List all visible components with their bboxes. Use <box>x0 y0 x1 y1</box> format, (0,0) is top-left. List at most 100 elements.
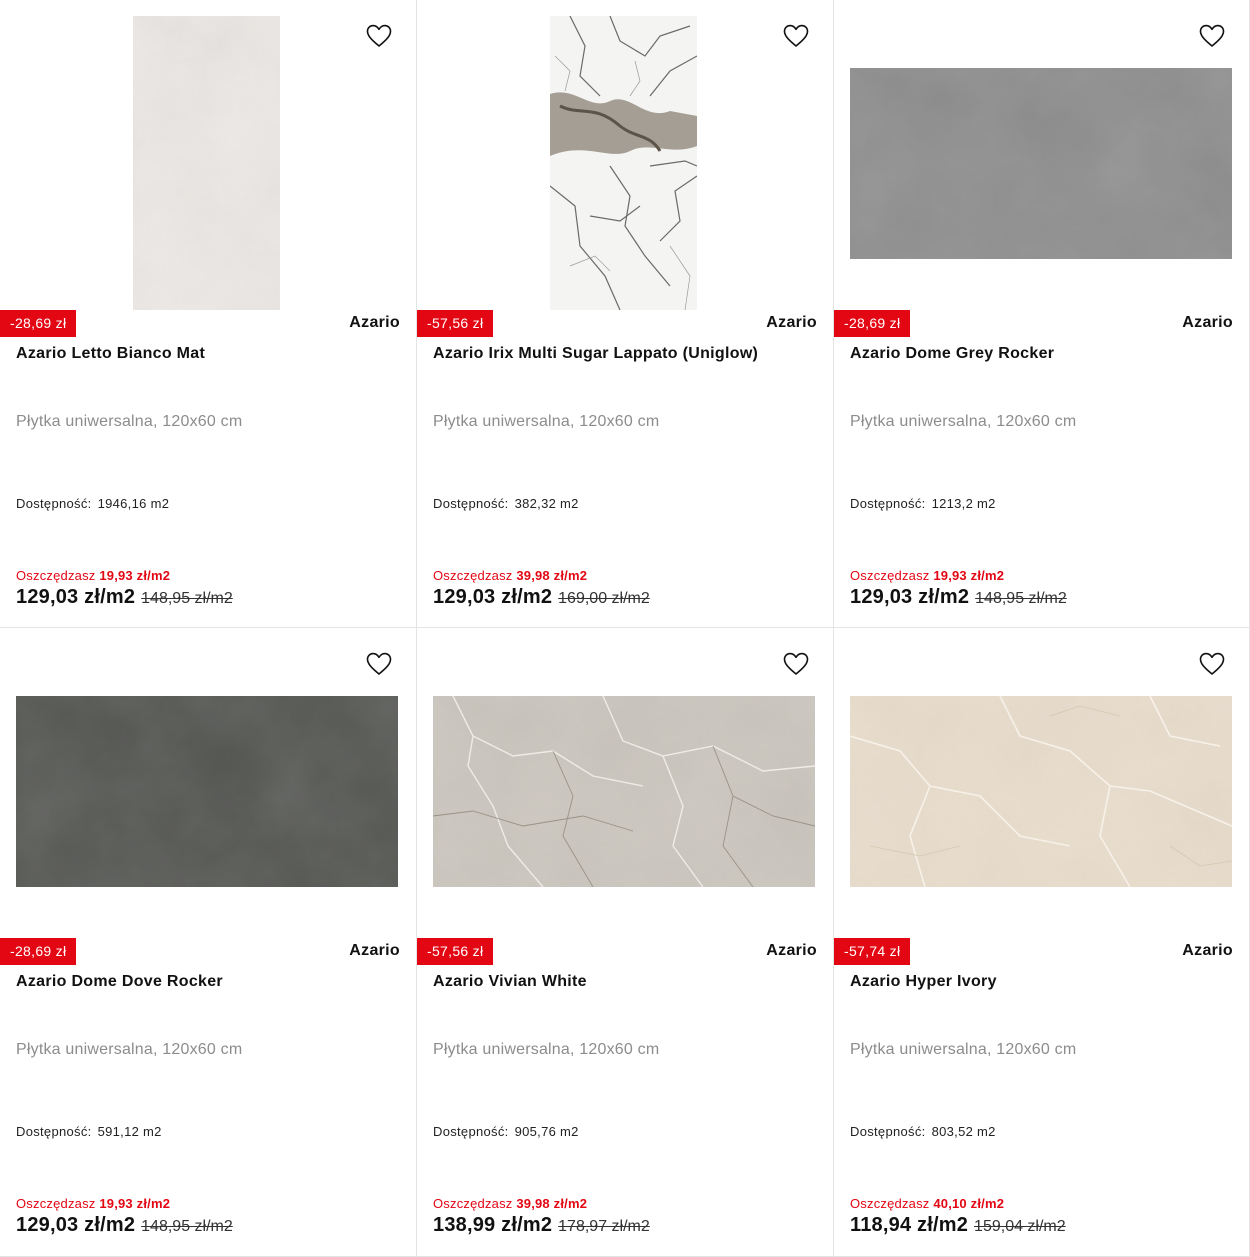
product-title[interactable]: Azario Dome Grey Rocker <box>850 345 1233 363</box>
saving-info: Oszczędzasz 40,10 zł/m2 <box>850 1196 1004 1211</box>
availability-value: 803,52 m2 <box>931 1124 996 1139</box>
tile-dome-grey-image <box>850 68 1232 259</box>
discount-badge: -28,69 zł <box>0 938 77 965</box>
product-description: Płytka uniwersalna, 120x60 cm <box>16 413 243 430</box>
product-description: Płytka uniwersalna, 120x60 cm <box>850 1041 1077 1058</box>
product-image[interactable] <box>433 16 817 310</box>
old-price: 148,95 zł/m2 <box>141 1218 233 1235</box>
product-card[interactable]: -28,69 zł Azario Azario Dome Grey Rocker… <box>833 0 1250 628</box>
product-image[interactable] <box>433 644 817 938</box>
price-block: 129,03 zł/m2 148,95 zł/m2 <box>850 586 1067 609</box>
discount-badge: -28,69 zł <box>834 310 911 337</box>
brand-label: Azario <box>766 314 817 331</box>
saving-info: Oszczędzasz 19,93 zł/m2 <box>16 568 170 583</box>
current-price: 138,99 zł/m2 <box>433 1214 553 1236</box>
saving-info: Oszczędzasz 39,98 zł/m2 <box>433 1196 587 1211</box>
tile-vivian-white-image <box>433 696 815 887</box>
old-price: 178,97 zł/m2 <box>558 1218 650 1235</box>
saving-label: Oszczędzasz <box>850 568 930 583</box>
availability-label: Dostępność: <box>850 496 926 511</box>
availability-value: 591,12 m2 <box>97 1124 162 1139</box>
discount-badge: -57,74 zł <box>834 938 911 965</box>
current-price: 118,94 zł/m2 <box>850 1214 969 1236</box>
saving-value: 19,93 zł/m2 <box>99 1196 171 1211</box>
product-description: Płytka uniwersalna, 120x60 cm <box>433 1041 660 1058</box>
product-card[interactable]: -57,56 zł Azario Azario Vivian White Pły… <box>416 627 834 1257</box>
availability-value: 1213,2 m2 <box>931 496 996 511</box>
discount-badge: -57,56 zł <box>417 938 494 965</box>
availability-label: Dostępność: <box>433 1124 509 1139</box>
product-title[interactable]: Azario Vivian White <box>433 973 817 991</box>
availability-label: Dostępność: <box>16 1124 92 1139</box>
favorite-heart-icon[interactable] <box>783 652 809 678</box>
favorite-heart-icon[interactable] <box>1199 24 1225 50</box>
brand-label: Azario <box>766 942 817 959</box>
saving-value: 19,93 zł/m2 <box>933 568 1005 583</box>
current-price: 129,03 zł/m2 <box>850 586 970 608</box>
product-description: Płytka uniwersalna, 120x60 cm <box>16 1041 243 1058</box>
product-image[interactable] <box>16 644 400 938</box>
product-image[interactable] <box>16 16 400 310</box>
availability: Dostępność: 905,76 m2 <box>433 1124 579 1139</box>
saving-value: 39,98 zł/m2 <box>516 1196 588 1211</box>
saving-info: Oszczędzasz 19,93 zł/m2 <box>850 568 1004 583</box>
favorite-heart-icon[interactable] <box>1199 652 1225 678</box>
old-price: 169,00 zł/m2 <box>558 590 650 607</box>
product-title[interactable]: Azario Dome Dove Rocker <box>16 973 400 991</box>
favorite-heart-icon[interactable] <box>366 24 392 50</box>
product-card[interactable]: -28,69 zł Azario Azario Letto Bianco Mat… <box>0 0 417 628</box>
price-block: 129,03 zł/m2 148,95 zł/m2 <box>16 586 233 609</box>
saving-info: Oszczędzasz 19,93 zł/m2 <box>16 1196 170 1211</box>
saving-value: 19,93 zł/m2 <box>99 568 171 583</box>
availability: Dostępność: 591,12 m2 <box>16 1124 162 1139</box>
discount-badge: -57,56 zł <box>417 310 494 337</box>
product-card[interactable]: -28,69 zł Azario Azario Dome Dove Rocker… <box>0 627 417 1257</box>
availability-label: Dostępność: <box>433 496 509 511</box>
availability-value: 382,32 m2 <box>514 496 579 511</box>
old-price: 148,95 zł/m2 <box>975 590 1067 607</box>
availability-label: Dostępność: <box>16 496 92 511</box>
saving-label: Oszczędzasz <box>16 1196 96 1211</box>
availability: Dostępność: 1213,2 m2 <box>850 496 996 511</box>
availability-value: 1946,16 m2 <box>97 496 170 511</box>
availability: Dostępność: 1946,16 m2 <box>16 496 169 511</box>
brand-label: Azario <box>349 942 400 959</box>
price-block: 118,94 zł/m2 159,04 zł/m2 <box>850 1214 1066 1237</box>
availability-value: 905,76 m2 <box>514 1124 579 1139</box>
brand-label: Azario <box>349 314 400 331</box>
favorite-heart-icon[interactable] <box>783 24 809 50</box>
availability: Dostępność: 382,32 m2 <box>433 496 579 511</box>
product-card[interactable]: -57,56 zł Azario Azario Irix Multi Sugar… <box>416 0 834 628</box>
saving-label: Oszczędzasz <box>16 568 96 583</box>
product-title[interactable]: Azario Letto Bianco Mat <box>16 345 400 363</box>
old-price: 159,04 zł/m2 <box>974 1218 1066 1235</box>
availability-label: Dostępność: <box>850 1124 926 1139</box>
product-title[interactable]: Azario Hyper Ivory <box>850 973 1233 991</box>
saving-value: 39,98 zł/m2 <box>516 568 588 583</box>
current-price: 129,03 zł/m2 <box>16 1214 136 1236</box>
product-card[interactable]: -57,74 zł Azario Azario Hyper Ivory Płyt… <box>833 627 1250 1257</box>
tile-dome-dove-image <box>16 696 398 887</box>
brand-label: Azario <box>1182 942 1233 959</box>
saving-info: Oszczędzasz 39,98 zł/m2 <box>433 568 587 583</box>
price-block: 138,99 zł/m2 178,97 zł/m2 <box>433 1214 650 1237</box>
favorite-heart-icon[interactable] <box>366 652 392 678</box>
current-price: 129,03 zł/m2 <box>433 586 553 608</box>
saving-label: Oszczędzasz <box>850 1196 930 1211</box>
tile-hyper-ivory-image <box>850 696 1232 887</box>
product-grid: -28,69 zł Azario Azario Letto Bianco Mat… <box>0 0 1250 1257</box>
tile-letto-bianco-image <box>133 16 280 310</box>
brand-label: Azario <box>1182 314 1233 331</box>
product-image[interactable] <box>850 16 1233 310</box>
discount-badge: -28,69 zł <box>0 310 77 337</box>
product-description: Płytka uniwersalna, 120x60 cm <box>433 413 660 430</box>
product-description: Płytka uniwersalna, 120x60 cm <box>850 413 1077 430</box>
saving-label: Oszczędzasz <box>433 1196 513 1211</box>
product-image[interactable] <box>850 644 1233 938</box>
product-title[interactable]: Azario Irix Multi Sugar Lappato (Uniglow… <box>433 345 817 363</box>
saving-label: Oszczędzasz <box>433 568 513 583</box>
availability: Dostępność: 803,52 m2 <box>850 1124 996 1139</box>
old-price: 148,95 zł/m2 <box>141 590 233 607</box>
price-block: 129,03 zł/m2 148,95 zł/m2 <box>16 1214 233 1237</box>
tile-irix-multi-sugar-image <box>550 16 697 310</box>
